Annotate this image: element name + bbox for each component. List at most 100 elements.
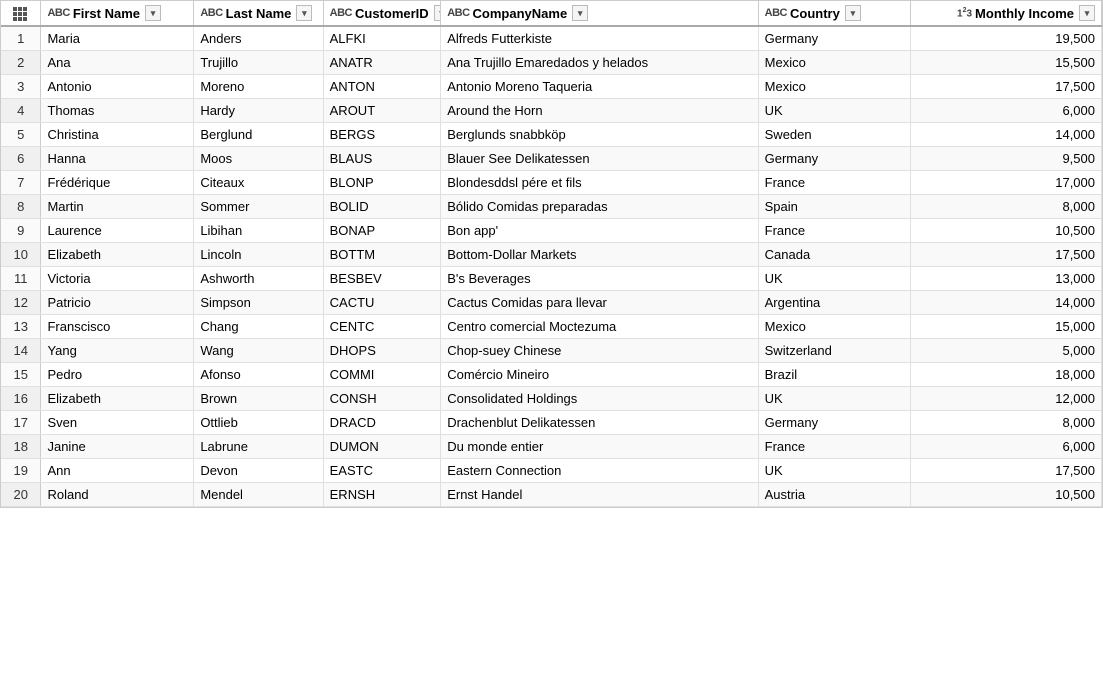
- cell-rownum: 11: [1, 267, 41, 291]
- cell-monthlyincome: 6,000: [911, 99, 1102, 123]
- cell-companyname: B's Beverages: [441, 267, 758, 291]
- cell-monthlyincome: 5,000: [911, 339, 1102, 363]
- col-header-companyname[interactable]: ABC CompanyName ▾: [441, 1, 758, 26]
- col-header-country[interactable]: ABC Country ▾: [758, 1, 911, 26]
- cell-country: Germany: [758, 26, 911, 51]
- cell-rownum: 14: [1, 339, 41, 363]
- cell-monthlyincome: 6,000: [911, 435, 1102, 459]
- col-header-lastname[interactable]: ABC Last Name ▾: [194, 1, 323, 26]
- cell-rownum: 10: [1, 243, 41, 267]
- table-row: 5 Christina Berglund BERGS Berglunds sna…: [1, 123, 1102, 147]
- cell-country: Germany: [758, 411, 911, 435]
- col-header-customerid[interactable]: ABC CustomerID ▾: [323, 1, 441, 26]
- cell-companyname: Alfreds Futterkiste: [441, 26, 758, 51]
- col-header-firstname[interactable]: ABC First Name ▾: [41, 1, 194, 26]
- num-type-icon: 123: [957, 7, 972, 19]
- table-row: 10 Elizabeth Lincoln BOTTM Bottom-Dollar…: [1, 243, 1102, 267]
- table-row: 19 Ann Devon EASTC Eastern Connection UK…: [1, 459, 1102, 483]
- filter-dropdown-monthlyincome[interactable]: ▾: [1079, 5, 1095, 21]
- cell-firstname: Antonio: [41, 75, 194, 99]
- cell-firstname: Roland: [41, 483, 194, 507]
- cell-monthlyincome: 8,000: [911, 195, 1102, 219]
- cell-companyname: Around the Horn: [441, 99, 758, 123]
- cell-customerid: COMMI: [323, 363, 441, 387]
- cell-rownum: 18: [1, 435, 41, 459]
- cell-rownum: 6: [1, 147, 41, 171]
- cell-lastname: Chang: [194, 315, 323, 339]
- cell-monthlyincome: 15,500: [911, 51, 1102, 75]
- cell-companyname: Du monde entier: [441, 435, 758, 459]
- filter-dropdown-customerid[interactable]: ▾: [434, 5, 441, 21]
- cell-lastname: Anders: [194, 26, 323, 51]
- cell-customerid: ANATR: [323, 51, 441, 75]
- col-header-rownum: [1, 1, 41, 26]
- cell-monthlyincome: 17,000: [911, 171, 1102, 195]
- cell-lastname: Libihan: [194, 219, 323, 243]
- cell-country: Austria: [758, 483, 911, 507]
- cell-customerid: DRACD: [323, 411, 441, 435]
- cell-lastname: Labrune: [194, 435, 323, 459]
- cell-companyname: Cactus Comidas para llevar: [441, 291, 758, 315]
- col-label-country: Country: [790, 6, 840, 21]
- cell-firstname: Frédérique: [41, 171, 194, 195]
- filter-dropdown-companyname[interactable]: ▾: [572, 5, 588, 21]
- table-row: 1 Maria Anders ALFKI Alfreds Futterkiste…: [1, 26, 1102, 51]
- cell-lastname: Brown: [194, 387, 323, 411]
- cell-lastname: Citeaux: [194, 171, 323, 195]
- cell-firstname: Yang: [41, 339, 194, 363]
- cell-companyname: Comércio Mineiro: [441, 363, 758, 387]
- cell-country: Sweden: [758, 123, 911, 147]
- cell-companyname: Antonio Moreno Taqueria: [441, 75, 758, 99]
- cell-lastname: Ashworth: [194, 267, 323, 291]
- cell-country: UK: [758, 99, 911, 123]
- cell-companyname: Centro comercial Moctezuma: [441, 315, 758, 339]
- cell-country: Switzerland: [758, 339, 911, 363]
- cell-firstname: Maria: [41, 26, 194, 51]
- cell-customerid: BLONP: [323, 171, 441, 195]
- abc-type-icon: ABC: [47, 7, 69, 19]
- filter-dropdown-firstname[interactable]: ▾: [145, 5, 161, 21]
- cell-monthlyincome: 17,500: [911, 75, 1102, 99]
- cell-companyname: Drachenblut Delikatessen: [441, 411, 758, 435]
- cell-rownum: 7: [1, 171, 41, 195]
- cell-monthlyincome: 14,000: [911, 291, 1102, 315]
- cell-country: UK: [758, 267, 911, 291]
- cell-monthlyincome: 17,500: [911, 459, 1102, 483]
- cell-monthlyincome: 10,500: [911, 483, 1102, 507]
- cell-lastname: Devon: [194, 459, 323, 483]
- cell-lastname: Simpson: [194, 291, 323, 315]
- col-label-lastname: Last Name: [226, 6, 292, 21]
- cell-companyname: Bon app': [441, 219, 758, 243]
- abc-type-icon-2: ABC: [200, 7, 222, 19]
- table-row: 11 Victoria Ashworth BESBEV B's Beverage…: [1, 267, 1102, 291]
- cell-firstname: Sven: [41, 411, 194, 435]
- cell-companyname: Eastern Connection: [441, 459, 758, 483]
- cell-companyname: Chop-suey Chinese: [441, 339, 758, 363]
- cell-country: France: [758, 219, 911, 243]
- cell-country: Mexico: [758, 315, 911, 339]
- data-table: ABC First Name ▾ ABC Last Name ▾ ABC: [0, 0, 1103, 508]
- cell-country: Germany: [758, 147, 911, 171]
- cell-customerid: ANTON: [323, 75, 441, 99]
- cell-firstname: Hanna: [41, 147, 194, 171]
- table-row: 2 Ana Trujillo ANATR Ana Trujillo Emared…: [1, 51, 1102, 75]
- col-label-monthlyincome: Monthly Income: [975, 6, 1074, 21]
- cell-monthlyincome: 12,000: [911, 387, 1102, 411]
- cell-rownum: 17: [1, 411, 41, 435]
- table-header-row: ABC First Name ▾ ABC Last Name ▾ ABC: [1, 1, 1102, 26]
- col-header-monthlyincome[interactable]: 123 Monthly Income ▾: [911, 1, 1102, 26]
- cell-customerid: DHOPS: [323, 339, 441, 363]
- filter-dropdown-country[interactable]: ▾: [845, 5, 861, 21]
- filter-dropdown-lastname[interactable]: ▾: [296, 5, 312, 21]
- cell-firstname: Ann: [41, 459, 194, 483]
- cell-rownum: 19: [1, 459, 41, 483]
- cell-customerid: BOTTM: [323, 243, 441, 267]
- cell-rownum: 20: [1, 483, 41, 507]
- cell-customerid: CONSH: [323, 387, 441, 411]
- cell-monthlyincome: 9,500: [911, 147, 1102, 171]
- cell-lastname: Sommer: [194, 195, 323, 219]
- cell-lastname: Lincoln: [194, 243, 323, 267]
- table-row: 3 Antonio Moreno ANTON Antonio Moreno Ta…: [1, 75, 1102, 99]
- cell-customerid: ALFKI: [323, 26, 441, 51]
- cell-monthlyincome: 18,000: [911, 363, 1102, 387]
